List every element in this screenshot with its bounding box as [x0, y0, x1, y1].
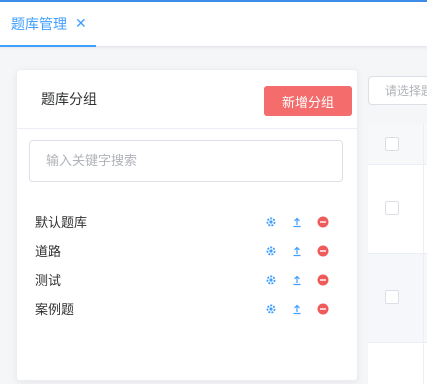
list-item[interactable]: 默认题库 — [35, 207, 335, 236]
group-name: 案例题 — [35, 303, 75, 318]
group-panel: 题库分组 新增分组 默认题库 道路 — [16, 69, 358, 381]
search-input[interactable] — [29, 140, 343, 182]
tab-question-bank[interactable]: 题库管理 ✕ — [0, 2, 98, 47]
settings-icon[interactable] — [265, 303, 277, 315]
tab-label: 题库管理 — [11, 17, 67, 33]
remove-icon[interactable] — [317, 216, 329, 228]
upload-icon[interactable] — [291, 274, 303, 286]
row-actions — [265, 236, 329, 265]
upload-icon[interactable] — [291, 303, 303, 315]
table-header-row — [368, 124, 427, 165]
add-group-button[interactable]: 新增分组 — [264, 86, 352, 116]
table-row — [368, 165, 427, 254]
remove-icon[interactable] — [317, 303, 329, 315]
row-checkbox[interactable] — [385, 290, 399, 304]
question-table — [368, 124, 427, 384]
row-actions — [265, 294, 329, 323]
table-row — [368, 254, 427, 343]
list-item[interactable]: 测试 — [35, 265, 335, 294]
tab-bar: 题库管理 ✕ — [0, 2, 427, 47]
group-list: 默认题库 道路 测试 案例题 — [35, 207, 335, 323]
list-item[interactable]: 案例题 — [35, 294, 335, 323]
settings-icon[interactable] — [265, 245, 277, 257]
tab-active-indicator — [0, 45, 96, 47]
row-actions — [265, 207, 329, 236]
row-actions — [265, 265, 329, 294]
column-divider — [423, 124, 424, 384]
settings-icon[interactable] — [265, 216, 277, 228]
group-name: 测试 — [35, 274, 62, 289]
list-item[interactable]: 道路 — [35, 236, 335, 265]
panel-title: 题库分组 — [41, 92, 97, 108]
group-name: 默认题库 — [35, 216, 88, 231]
question-type-select[interactable] — [368, 76, 427, 105]
remove-icon[interactable] — [317, 274, 329, 286]
select-all-checkbox[interactable] — [385, 137, 399, 151]
upload-icon[interactable] — [291, 216, 303, 228]
group-name: 道路 — [35, 245, 62, 260]
close-icon[interactable]: ✕ — [75, 17, 87, 31]
panel-header: 题库分组 新增分组 — [17, 70, 357, 129]
remove-icon[interactable] — [317, 245, 329, 257]
settings-icon[interactable] — [265, 274, 277, 286]
upload-icon[interactable] — [291, 245, 303, 257]
row-checkbox[interactable] — [385, 201, 399, 215]
